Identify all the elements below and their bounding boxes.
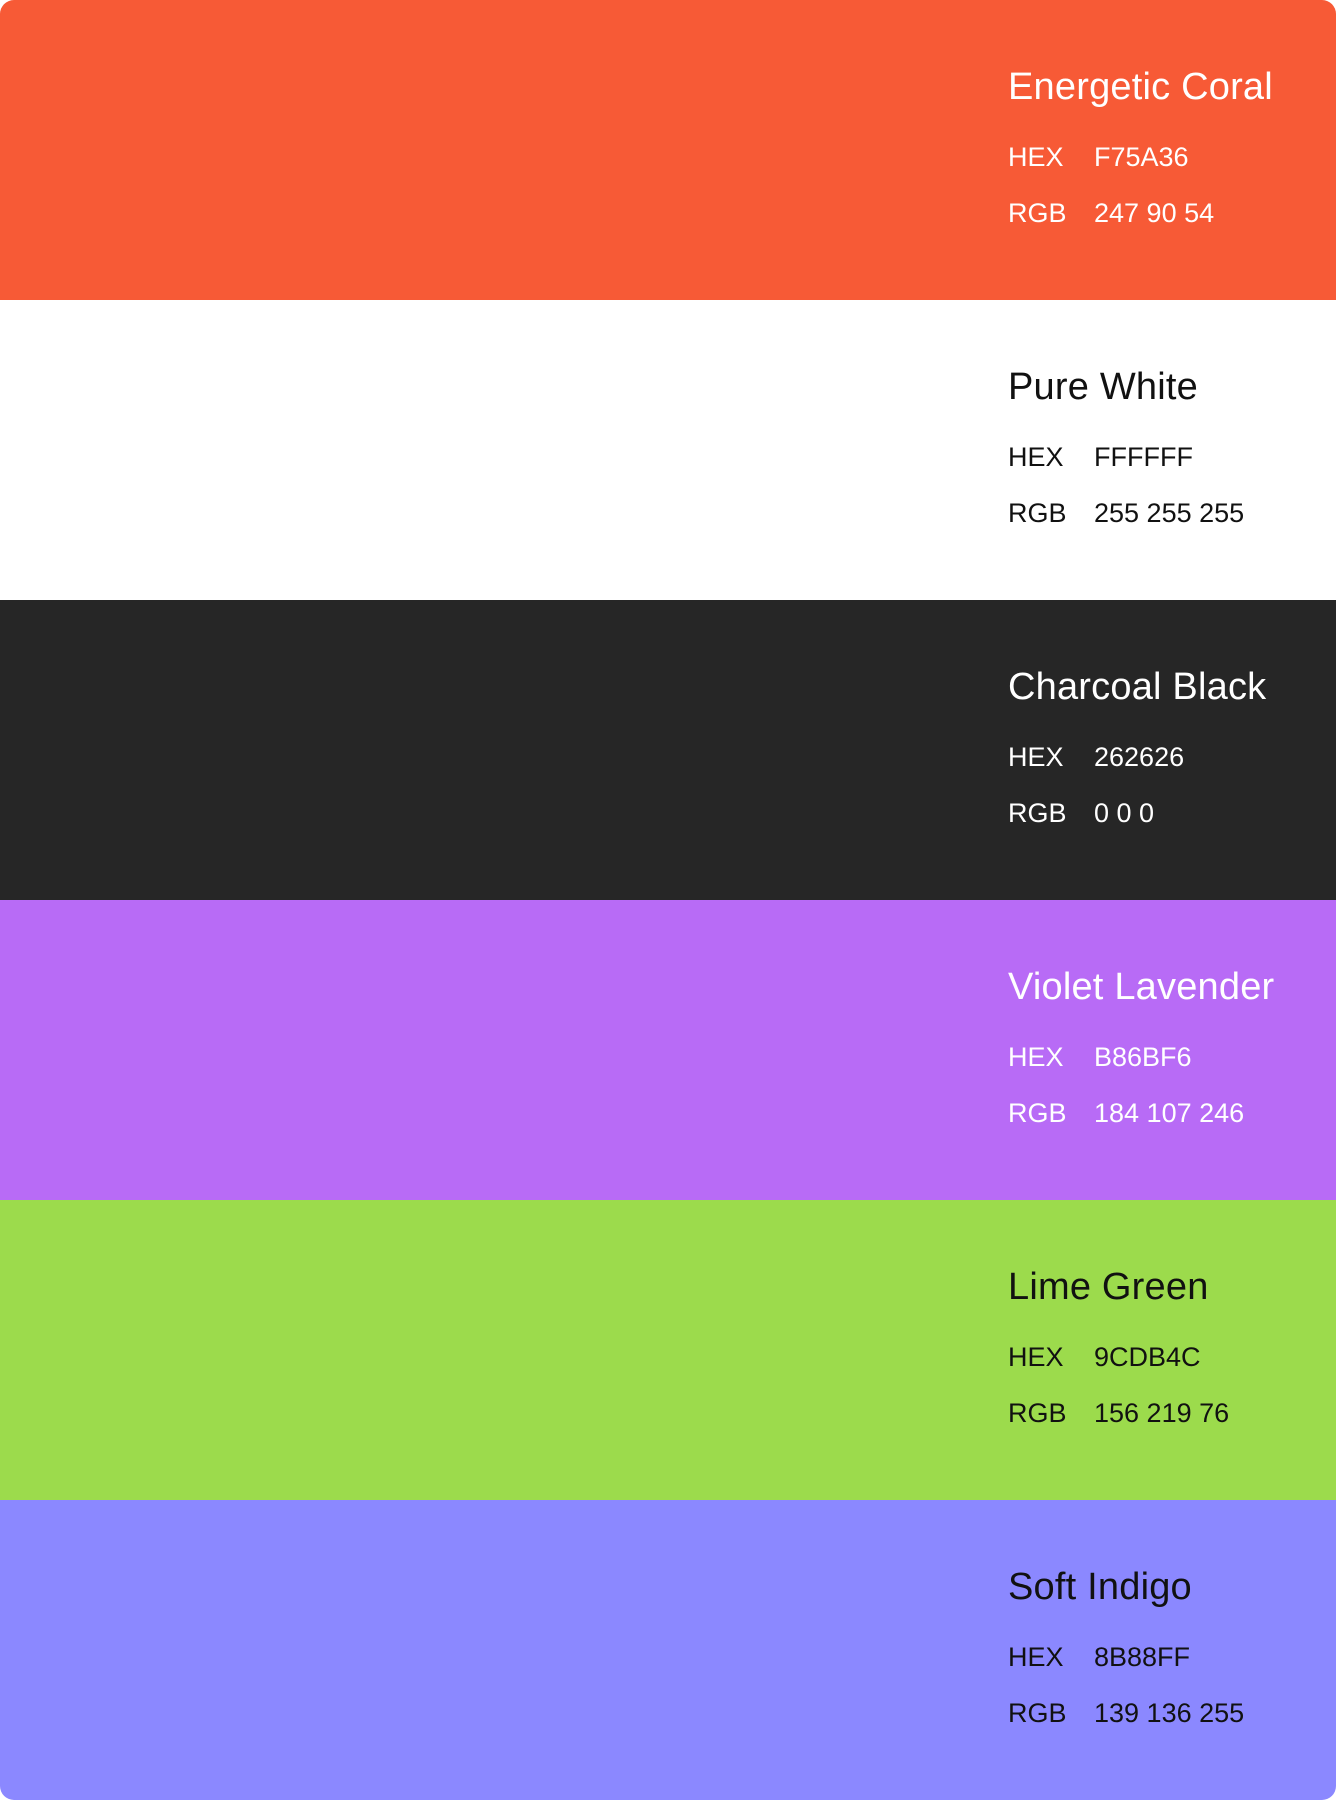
color-name: Energetic Coral: [1008, 66, 1273, 108]
color-name: Violet Lavender: [1008, 966, 1275, 1008]
color-name: Pure White: [1008, 366, 1198, 408]
hex-value: 9CDB4C: [1094, 1342, 1201, 1372]
color-name: Soft Indigo: [1008, 1566, 1192, 1608]
swatch-info: Energetic Coral HEX F75A36 RGB 247 90 54: [1008, 64, 1298, 252]
hex-row: HEX F75A36: [1008, 140, 1298, 174]
rgb-row: RGB 184 107 246: [1008, 1096, 1298, 1130]
hex-value: FFFFFF: [1094, 442, 1193, 472]
color-name: Charcoal Black: [1008, 666, 1267, 708]
rgb-value: 247 90 54: [1094, 198, 1215, 228]
rgb-value: 139 136 255: [1094, 1698, 1245, 1728]
hex-label: HEX: [1008, 1342, 1064, 1372]
rgb-label: RGB: [1008, 1098, 1067, 1128]
rgb-value: 255 255 255: [1094, 498, 1245, 528]
swatch-charcoal-black: Charcoal Black HEX 262626 RGB 0 0 0: [0, 600, 1336, 900]
hex-label: HEX: [1008, 742, 1064, 772]
hex-row: HEX 9CDB4C: [1008, 1340, 1298, 1374]
swatch-lime-green: Lime Green HEX 9CDB4C RGB 156 219 76: [0, 1200, 1336, 1500]
swatch-violet-lavender: Violet Lavender HEX B86BF6 RGB 184 107 2…: [0, 900, 1336, 1200]
swatch-info: Lime Green HEX 9CDB4C RGB 156 219 76: [1008, 1264, 1298, 1452]
color-name: Lime Green: [1008, 1266, 1209, 1308]
hex-row: HEX 8B88FF: [1008, 1640, 1298, 1674]
rgb-row: RGB 247 90 54: [1008, 196, 1298, 230]
rgb-value: 184 107 246: [1094, 1098, 1245, 1128]
swatch-info: Soft Indigo HEX 8B88FF RGB 139 136 255: [1008, 1564, 1298, 1752]
hex-row: HEX FFFFFF: [1008, 440, 1298, 474]
hex-value: 262626: [1094, 742, 1185, 772]
hex-label: HEX: [1008, 1042, 1064, 1072]
hex-value: 8B88FF: [1094, 1642, 1191, 1672]
rgb-label: RGB: [1008, 1398, 1067, 1428]
rgb-row: RGB 255 255 255: [1008, 496, 1298, 530]
hex-label: HEX: [1008, 1642, 1064, 1672]
hex-row: HEX 262626: [1008, 740, 1298, 774]
rgb-label: RGB: [1008, 798, 1067, 828]
color-palette: Energetic Coral HEX F75A36 RGB 247 90 54…: [0, 0, 1336, 1800]
rgb-row: RGB 139 136 255: [1008, 1696, 1298, 1730]
rgb-row: RGB 156 219 76: [1008, 1396, 1298, 1430]
rgb-row: RGB 0 0 0: [1008, 796, 1298, 830]
rgb-label: RGB: [1008, 1698, 1067, 1728]
rgb-label: RGB: [1008, 198, 1067, 228]
swatch-info: Pure White HEX FFFFFF RGB 255 255 255: [1008, 364, 1298, 552]
hex-value: B86BF6: [1094, 1042, 1192, 1072]
hex-label: HEX: [1008, 142, 1064, 172]
swatch-info: Charcoal Black HEX 262626 RGB 0 0 0: [1008, 664, 1298, 852]
rgb-value: 156 219 76: [1094, 1398, 1230, 1428]
swatch-energetic-coral: Energetic Coral HEX F75A36 RGB 247 90 54: [0, 0, 1336, 300]
hex-value: F75A36: [1094, 142, 1189, 172]
swatch-info: Violet Lavender HEX B86BF6 RGB 184 107 2…: [1008, 964, 1298, 1152]
rgb-label: RGB: [1008, 498, 1067, 528]
swatch-soft-indigo: Soft Indigo HEX 8B88FF RGB 139 136 255: [0, 1500, 1336, 1800]
swatch-pure-white: Pure White HEX FFFFFF RGB 255 255 255: [0, 300, 1336, 600]
hex-row: HEX B86BF6: [1008, 1040, 1298, 1074]
rgb-value: 0 0 0: [1094, 798, 1155, 828]
hex-label: HEX: [1008, 442, 1064, 472]
